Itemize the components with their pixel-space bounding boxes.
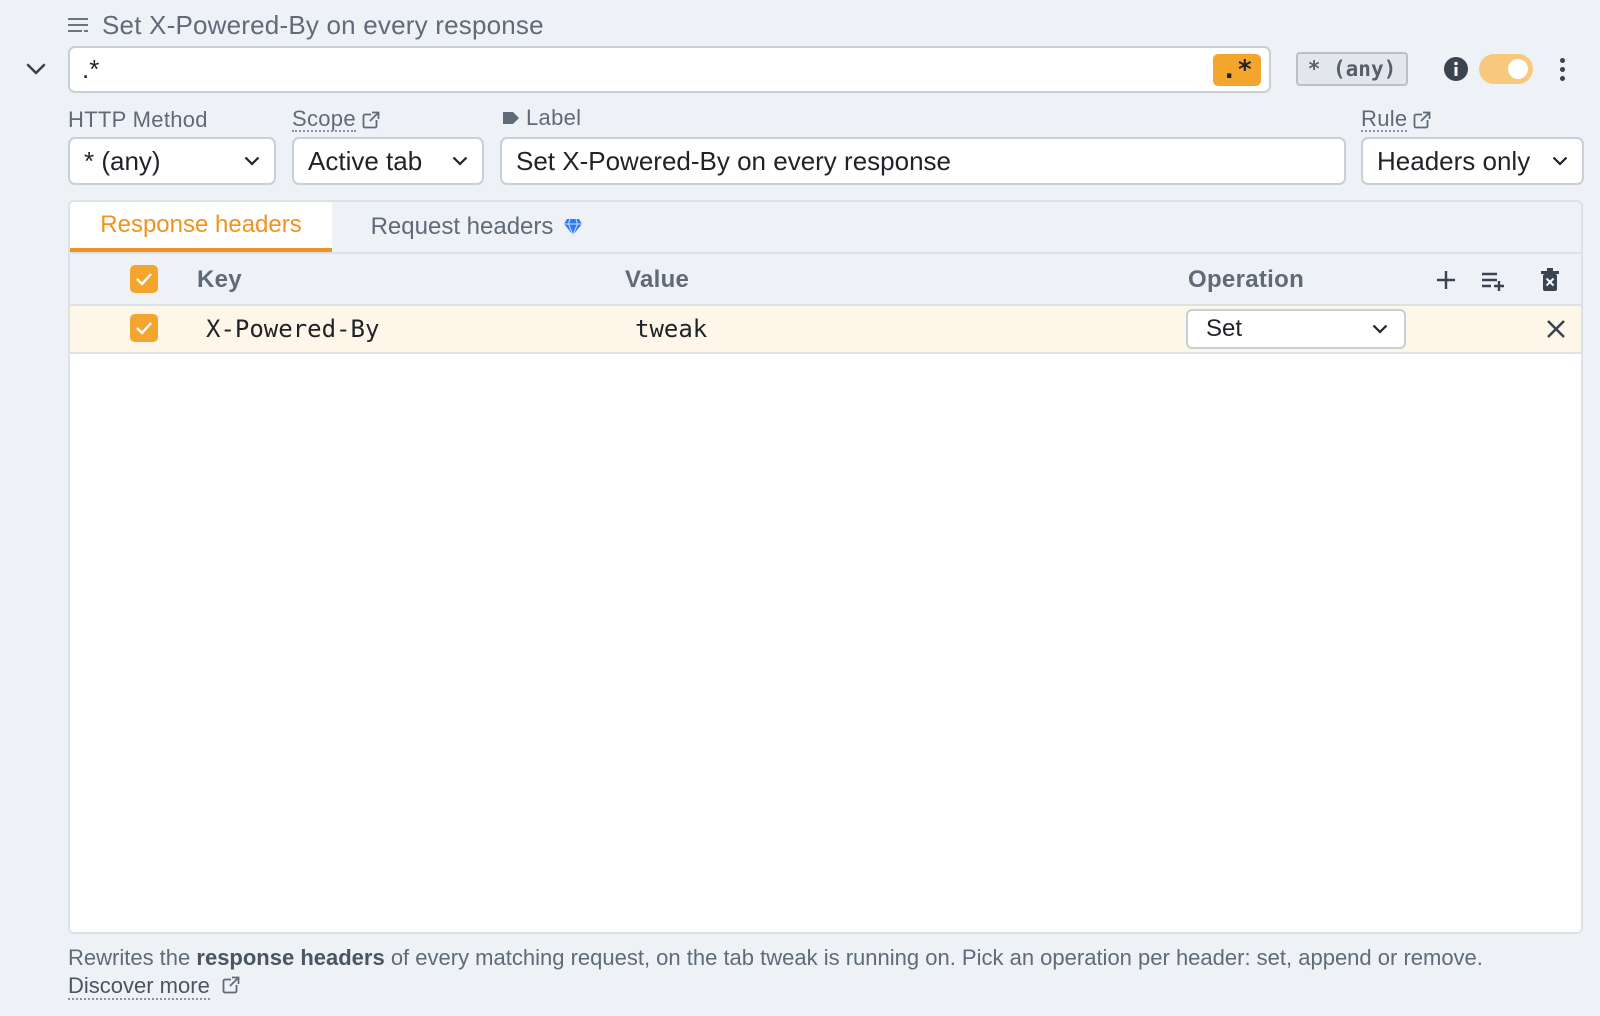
help-text-part: Rewrites the bbox=[68, 945, 197, 970]
column-header-key: Key bbox=[197, 266, 242, 293]
header-key-input[interactable]: X-Powered-By bbox=[206, 315, 379, 343]
check-icon bbox=[136, 273, 152, 286]
chevron-down-icon bbox=[1552, 156, 1568, 166]
rule-label-text[interactable]: Rule bbox=[1361, 107, 1408, 133]
url-pattern-value: .* bbox=[82, 54, 100, 84]
rule-select[interactable]: Headers only bbox=[1361, 137, 1584, 185]
info-icon[interactable] bbox=[1443, 56, 1469, 82]
chevron-down-icon bbox=[1372, 324, 1388, 334]
rule-title-row: Set X-Powered-By on every response bbox=[68, 8, 544, 42]
playlist-add-icon[interactable] bbox=[1479, 266, 1507, 294]
label-field-label-text: Label bbox=[526, 105, 582, 130]
http-method-value: * (any) bbox=[84, 145, 161, 176]
http-method-label-text: HTTP Method bbox=[68, 107, 208, 132]
external-link-icon bbox=[222, 976, 240, 994]
plus-icon[interactable] bbox=[1432, 266, 1460, 294]
scope-label[interactable]: Scope bbox=[292, 107, 380, 133]
more-options-button[interactable] bbox=[1552, 54, 1572, 84]
external-link-icon bbox=[362, 110, 380, 128]
tab-request-headers[interactable]: Request headers bbox=[332, 202, 622, 252]
tab-request-headers-label: Request headers bbox=[370, 213, 554, 240]
rule-value: Headers only bbox=[1377, 145, 1531, 176]
rule-enabled-toggle[interactable] bbox=[1479, 54, 1533, 84]
scope-label-text[interactable]: Scope bbox=[292, 107, 356, 133]
select-all-checkbox[interactable] bbox=[130, 265, 158, 293]
table-row: X-Powered-By tweak Set bbox=[70, 306, 1581, 354]
trash-icon[interactable] bbox=[1536, 266, 1564, 294]
operation-select[interactable]: Set bbox=[1186, 309, 1406, 349]
discover-more-link[interactable]: Discover more bbox=[68, 973, 210, 1000]
check-icon bbox=[136, 322, 152, 335]
chevron-down-icon bbox=[452, 156, 468, 166]
tab-response-headers[interactable]: Response headers bbox=[70, 202, 332, 252]
scope-select[interactable]: Active tab bbox=[292, 137, 484, 185]
row-enabled-checkbox[interactable] bbox=[130, 314, 158, 342]
help-text: Rewrites the response headers of every m… bbox=[68, 944, 1538, 1000]
kebab-dot bbox=[1559, 57, 1565, 63]
http-method-label: HTTP Method bbox=[68, 107, 208, 133]
chevron-down-icon bbox=[26, 63, 46, 75]
rule-title: Set X-Powered-By on every response bbox=[102, 9, 544, 40]
label-input-value: Set X-Powered-By on every response bbox=[516, 145, 951, 176]
kebab-dot bbox=[1559, 75, 1565, 81]
external-link-icon bbox=[1414, 110, 1432, 128]
operation-value: Set bbox=[1206, 315, 1243, 342]
scope-value: Active tab bbox=[308, 145, 423, 176]
diamond-icon bbox=[564, 218, 583, 236]
help-text-bold: response headers bbox=[196, 945, 385, 970]
kebab-dot bbox=[1559, 66, 1565, 72]
close-icon[interactable] bbox=[1543, 316, 1569, 342]
help-text-part: of every matching request, on the tab tw… bbox=[384, 945, 1483, 970]
table-header: Key Value Operation bbox=[70, 254, 1581, 306]
label-input[interactable]: Set X-Powered-By on every response bbox=[500, 137, 1346, 185]
chevron-down-icon bbox=[244, 156, 260, 166]
tag-icon bbox=[503, 112, 519, 124]
header-value-input[interactable]: tweak bbox=[635, 315, 707, 343]
headers-panel: Response headers Request headers Key Val… bbox=[68, 200, 1583, 934]
toggle-knob bbox=[1508, 59, 1528, 79]
column-header-operation: Operation bbox=[1188, 266, 1305, 293]
label-field-label: Label bbox=[502, 105, 581, 131]
regex-toggle-button[interactable]: .* bbox=[1213, 54, 1261, 86]
tab-bar: Response headers Request headers bbox=[70, 202, 1581, 254]
tab-response-headers-label: Response headers bbox=[100, 211, 302, 238]
column-header-value: Value bbox=[625, 266, 690, 293]
http-method-select[interactable]: * (any) bbox=[68, 137, 276, 185]
list-icon bbox=[68, 18, 88, 32]
rule-label[interactable]: Rule bbox=[1361, 107, 1432, 133]
collapse-button[interactable] bbox=[22, 55, 50, 83]
method-badge[interactable]: * (any) bbox=[1296, 52, 1408, 86]
url-pattern-input[interactable]: .* .* bbox=[68, 46, 1271, 93]
